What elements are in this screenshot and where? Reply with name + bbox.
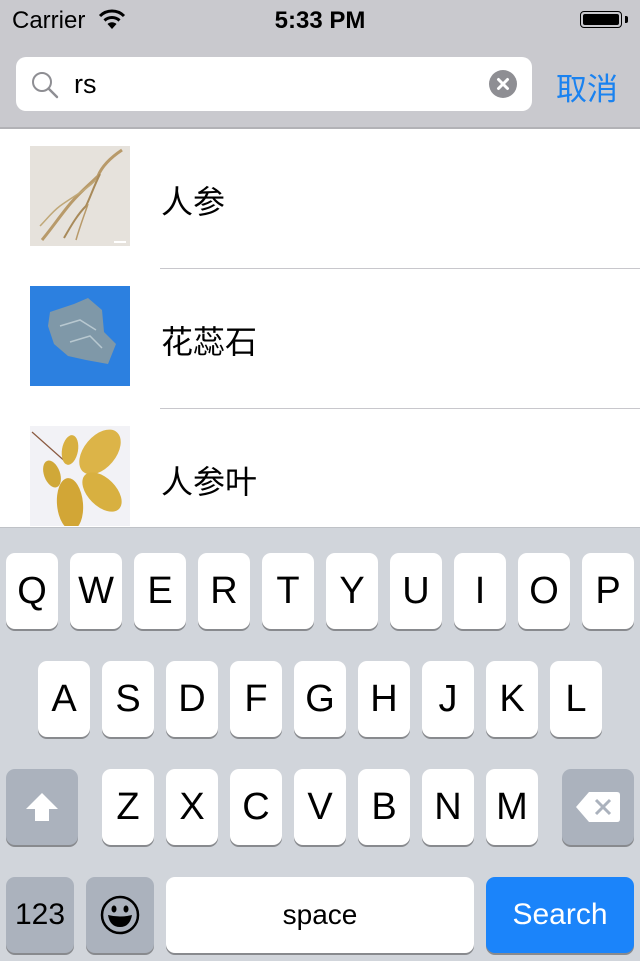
search-key[interactable]: Search — [486, 877, 634, 953]
key-a[interactable]: A — [38, 661, 90, 737]
key-b[interactable]: B — [358, 769, 410, 845]
search-results-list: 人参 花蕊石 人参叶 — [0, 129, 640, 549]
clear-icon — [497, 78, 509, 90]
key-d[interactable]: D — [166, 661, 218, 737]
result-name: 人参叶 — [161, 463, 258, 501]
key-t[interactable]: T — [262, 553, 314, 629]
key-n[interactable]: N — [422, 769, 474, 845]
key-m[interactable]: M — [486, 769, 538, 845]
key-s[interactable]: S — [102, 661, 154, 737]
key-p[interactable]: P — [582, 553, 634, 629]
result-name: 人参 — [161, 183, 226, 221]
cancel-button[interactable]: 取消 — [556, 64, 618, 109]
delete-key[interactable] — [562, 769, 634, 845]
key-r[interactable]: R — [198, 553, 250, 629]
battery-icon — [580, 11, 622, 28]
list-item[interactable]: 人参 — [0, 129, 640, 269]
key-k[interactable]: K — [486, 661, 538, 737]
key-z[interactable]: Z — [102, 769, 154, 845]
key-c[interactable]: C — [230, 769, 282, 845]
key-x[interactable]: X — [166, 769, 218, 845]
key-u[interactable]: U — [390, 553, 442, 629]
space-key[interactable]: space — [166, 877, 474, 953]
key-v[interactable]: V — [294, 769, 346, 845]
search-header: Carrier 5:33 PM 取消 — [0, 0, 640, 129]
status-bar: Carrier 5:33 PM — [0, 0, 640, 40]
status-time: 5:33 PM — [274, 7, 366, 34]
key-g[interactable]: G — [294, 661, 346, 737]
key-l[interactable]: L — [550, 661, 602, 737]
key-j[interactable]: J — [422, 661, 474, 737]
clear-search-button[interactable] — [489, 70, 517, 98]
key-y[interactable]: Y — [326, 553, 378, 629]
numbers-key[interactable]: 123 — [6, 877, 74, 953]
backspace-icon — [576, 792, 620, 822]
search-input[interactable] — [74, 69, 474, 100]
key-i[interactable]: I — [454, 553, 506, 629]
ginseng-leaf-image — [30, 426, 130, 526]
keyboard: QWERTYUIOP ASDFGHJKL ZXCVBNM 123 space S… — [0, 527, 640, 961]
search-icon — [32, 72, 59, 99]
battery-tip — [625, 16, 628, 23]
result-name: 花蕊石 — [161, 323, 258, 361]
ginseng-root-image — [30, 146, 130, 246]
list-item[interactable]: 花蕊石 — [0, 269, 640, 409]
key-h[interactable]: H — [358, 661, 410, 737]
emoji-key[interactable] — [86, 877, 154, 953]
shift-key[interactable] — [6, 769, 78, 845]
key-e[interactable]: E — [134, 553, 186, 629]
key-o[interactable]: O — [518, 553, 570, 629]
search-field[interactable] — [16, 57, 532, 111]
ophicalcite-stone-image — [30, 286, 130, 386]
key-q[interactable]: Q — [6, 553, 58, 629]
key-w[interactable]: W — [70, 553, 122, 629]
key-f[interactable]: F — [230, 661, 282, 737]
emoji-smiley-icon — [100, 895, 140, 935]
shift-arrow-icon — [26, 793, 58, 821]
